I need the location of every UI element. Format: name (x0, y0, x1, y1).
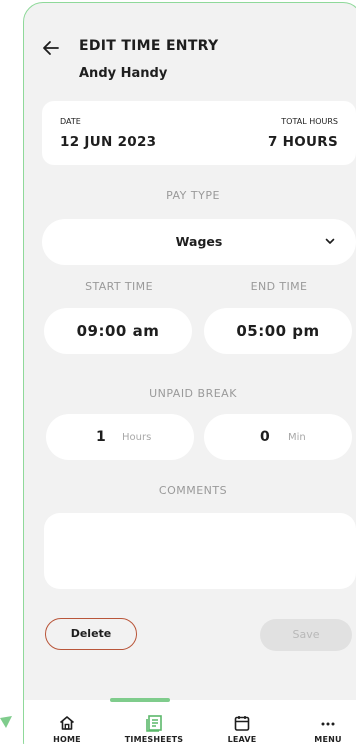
nav-item-timesheets[interactable]: TIMESHEETS (114, 700, 194, 744)
employee-name: Andy Handy (79, 66, 168, 81)
phone-screen: EDIT TIME ENTRY Andy Handy DATE 12 JUN 2… (23, 2, 356, 744)
end-time-label: END TIME (250, 280, 308, 293)
timesheets-icon (146, 715, 162, 732)
total-hours-label: TOTAL HOURS (281, 117, 338, 126)
break-minutes-field[interactable]: 0 Min (204, 414, 352, 460)
arrow-left-icon[interactable] (40, 37, 62, 59)
break-hours-unit: Hours (122, 432, 152, 443)
end-time-field[interactable]: 05:00 pm (204, 308, 352, 354)
total-hours-value: 7 HOURS (267, 134, 338, 150)
break-minutes-unit: Min (288, 432, 306, 443)
date-label: DATE (60, 117, 81, 126)
unpaid-break-label: UNPAID BREAK (149, 387, 237, 400)
start-time-field[interactable]: 09:00 am (44, 308, 192, 354)
break-hours-value: 1 (96, 429, 106, 445)
pay-type-value: Wages (175, 234, 223, 249)
nav-label-home: HOME (53, 735, 81, 744)
comments-label: COMMENTS (158, 484, 228, 497)
more-icon (321, 722, 335, 726)
start-time-value: 09:00 am (76, 322, 160, 340)
start-time-label: START TIME (85, 280, 153, 293)
chevron-down-icon (325, 238, 335, 244)
page-title: EDIT TIME ENTRY (79, 38, 219, 54)
nav-label-leave: LEAVE (227, 735, 257, 744)
nav-item-menu[interactable]: MENU (288, 700, 356, 744)
delete-button[interactable]: Delete (45, 618, 137, 650)
pay-type-select[interactable]: Wages (42, 219, 356, 265)
break-hours-field[interactable]: 1 Hours (46, 414, 194, 460)
nav-label-timesheets: TIMESHEETS (124, 735, 184, 744)
header: EDIT TIME ENTRY Andy Handy (24, 3, 356, 103)
nav-item-home[interactable]: HOME (27, 700, 107, 744)
nav-item-leave[interactable]: LEAVE (202, 700, 282, 744)
end-time-value: 05:00 pm (236, 322, 320, 340)
calendar-icon (234, 716, 250, 731)
save-button[interactable]: Save (260, 619, 352, 651)
bottom-nav: HOME TIMESHEETS LEAVE MENU (24, 698, 356, 744)
nav-label-menu: MENU (314, 735, 342, 744)
comments-input[interactable] (44, 513, 356, 589)
date-value: 12 JUN 2023 (60, 134, 157, 150)
green-corner-icon (0, 716, 12, 728)
date-summary-card: DATE 12 JUN 2023 TOTAL HOURS 7 HOURS (42, 101, 356, 165)
home-icon (59, 716, 75, 730)
pay-type-label: PAY TYPE (166, 189, 220, 202)
break-minutes-value: 0 (260, 429, 270, 445)
